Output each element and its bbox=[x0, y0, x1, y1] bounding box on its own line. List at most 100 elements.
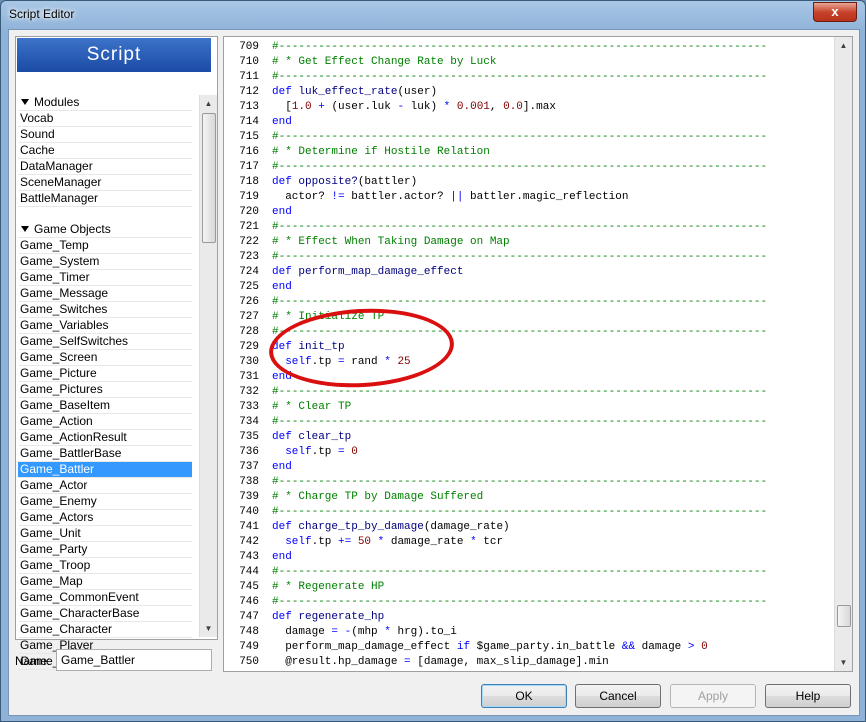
script-list-item[interactable]: BattleManager bbox=[18, 191, 192, 207]
code-scrollbar[interactable]: ▲ ▼ bbox=[834, 37, 852, 671]
script-list-item[interactable]: Game_Picture bbox=[18, 366, 192, 382]
ok-button[interactable]: OK bbox=[481, 684, 567, 708]
script-list-item[interactable]: DataManager bbox=[18, 159, 192, 175]
code-editor[interactable]: 709 #------------------------------------… bbox=[223, 36, 853, 672]
code-token: .tp bbox=[311, 536, 339, 548]
code-line[interactable]: 740 #------------------------------------… bbox=[224, 505, 824, 520]
script-list-item[interactable]: Game_Message bbox=[18, 286, 192, 302]
script-list-item[interactable]: Game_BattlerBase bbox=[18, 446, 192, 462]
script-list-item[interactable]: Game_Battler bbox=[18, 462, 192, 478]
code-line[interactable]: 722 # * Effect When Taking Damage on Map bbox=[224, 235, 824, 250]
script-list-item[interactable]: Game_Variables bbox=[18, 318, 192, 334]
list-item-label: Game_Battler bbox=[20, 462, 95, 476]
code-line[interactable]: 715 #------------------------------------… bbox=[224, 130, 824, 145]
code-line[interactable]: 725 end bbox=[224, 280, 824, 295]
code-line[interactable]: 710 # * Get Effect Change Rate by Luck bbox=[224, 55, 824, 70]
scroll-up-icon[interactable]: ▲ bbox=[835, 37, 852, 54]
script-list-item[interactable]: Game_Screen bbox=[18, 350, 192, 366]
code-line[interactable]: 723 #------------------------------------… bbox=[224, 250, 824, 265]
title-bar[interactable]: Script Editor x bbox=[1, 1, 865, 29]
code-line[interactable]: 741 def charge_tp_by_damage(damage_rate) bbox=[224, 520, 824, 535]
code-token: 0 bbox=[701, 641, 708, 653]
script-list-item[interactable]: Game_Actors bbox=[18, 510, 192, 526]
code-line[interactable]: 746 #------------------------------------… bbox=[224, 595, 824, 610]
code-token: def bbox=[272, 86, 299, 98]
close-button[interactable]: x bbox=[813, 2, 857, 22]
script-list-item[interactable]: Sound bbox=[18, 127, 192, 143]
code-line[interactable]: 713 [1.0 + (user.luk - luk) * 0.001, 0.0… bbox=[224, 100, 824, 115]
script-list-scroll-thumb[interactable] bbox=[202, 113, 216, 243]
script-list-item[interactable]: Game_Troop bbox=[18, 558, 192, 574]
script-list-item[interactable]: Game_Timer bbox=[18, 270, 192, 286]
list-section-header[interactable]: Modules bbox=[18, 95, 192, 111]
script-list-item[interactable]: Game_Party bbox=[18, 542, 192, 558]
script-list-item[interactable]: Game_CharacterBase bbox=[18, 606, 192, 622]
list-section-header[interactable]: Game Objects bbox=[18, 222, 192, 238]
code-line[interactable]: 750 @result.hp_damage = [damage, max_sli… bbox=[224, 655, 824, 670]
script-list-item[interactable]: Game_Enemy bbox=[18, 494, 192, 510]
code-line[interactable]: 711 #------------------------------------… bbox=[224, 70, 824, 85]
code-line[interactable]: 726 #------------------------------------… bbox=[224, 295, 824, 310]
code-token: += bbox=[338, 536, 352, 548]
script-list-item[interactable]: Game_Temp bbox=[18, 238, 192, 254]
line-number: 718 bbox=[239, 176, 259, 188]
code-line[interactable]: 720 end bbox=[224, 205, 824, 220]
script-list-item[interactable]: Cache bbox=[18, 143, 192, 159]
code-scroll-thumb[interactable] bbox=[837, 605, 851, 627]
help-button[interactable]: Help bbox=[765, 684, 851, 708]
code-line[interactable]: 749 perform_map_damage_effect if $game_p… bbox=[224, 640, 824, 655]
script-list-item[interactable]: Game_Map bbox=[18, 574, 192, 590]
script-list-scrollbar[interactable]: ▲ ▼ bbox=[199, 95, 217, 637]
line-number: 735 bbox=[239, 431, 259, 443]
code-line[interactable]: 739 # * Charge TP by Damage Suffered bbox=[224, 490, 824, 505]
code-line[interactable]: 747 def regenerate_hp bbox=[224, 610, 824, 625]
code-line[interactable]: 748 damage = -(mhp * hrg).to_i bbox=[224, 625, 824, 640]
line-number: 719 bbox=[239, 191, 259, 203]
code-line[interactable]: 732 #------------------------------------… bbox=[224, 385, 824, 400]
code-line[interactable]: 724 def perform_map_damage_effect bbox=[224, 265, 824, 280]
script-list-item[interactable]: Game_System bbox=[18, 254, 192, 270]
collapse-triangle-icon[interactable] bbox=[21, 226, 29, 233]
code-line[interactable]: 742 self.tp += 50 * damage_rate * tcr bbox=[224, 535, 824, 550]
code-line[interactable]: 717 #------------------------------------… bbox=[224, 160, 824, 175]
code-line[interactable]: 743 end bbox=[224, 550, 824, 565]
code-line[interactable]: 735 def clear_tp bbox=[224, 430, 824, 445]
code-line[interactable]: 745 # * Regenerate HP bbox=[224, 580, 824, 595]
code-token: #---------------------------------------… bbox=[272, 566, 768, 578]
script-list-item[interactable]: Game_Pictures bbox=[18, 382, 192, 398]
script-list-item[interactable]: Game_CommonEvent bbox=[18, 590, 192, 606]
code-line[interactable]: 738 #------------------------------------… bbox=[224, 475, 824, 490]
line-number: 724 bbox=[239, 266, 259, 278]
list-item-label: Game_Party bbox=[20, 542, 88, 556]
script-name-field[interactable]: Game_Battler bbox=[56, 649, 212, 671]
apply-button[interactable]: Apply bbox=[670, 684, 756, 708]
scroll-down-icon[interactable]: ▼ bbox=[200, 620, 217, 637]
script-list-item[interactable]: Vocab bbox=[18, 111, 192, 127]
code-line[interactable]: 744 #------------------------------------… bbox=[224, 565, 824, 580]
code-line[interactable]: 714 end bbox=[224, 115, 824, 130]
script-list-item[interactable]: Game_Switches bbox=[18, 302, 192, 318]
script-list-item[interactable]: Game_Unit bbox=[18, 526, 192, 542]
script-list-item[interactable]: Game_SelfSwitches bbox=[18, 334, 192, 350]
cancel-button[interactable]: Cancel bbox=[575, 684, 661, 708]
script-list-item[interactable]: Game_Action bbox=[18, 414, 192, 430]
code-line[interactable]: 733 # * Clear TP bbox=[224, 400, 824, 415]
script-list-item[interactable]: SceneManager bbox=[18, 175, 192, 191]
script-list-item[interactable]: Game_ActionResult bbox=[18, 430, 192, 446]
code-line[interactable]: 737 end bbox=[224, 460, 824, 475]
script-list-item[interactable]: Game_Actor bbox=[18, 478, 192, 494]
script-list-item[interactable]: Game_BaseItem bbox=[18, 398, 192, 414]
scroll-down-icon[interactable]: ▼ bbox=[835, 654, 852, 671]
code-line[interactable]: 719 actor? != battler.actor? || battler.… bbox=[224, 190, 824, 205]
code-line[interactable]: 712 def luk_effect_rate(user) bbox=[224, 85, 824, 100]
code-line[interactable]: 716 # * Determine if Hostile Relation bbox=[224, 145, 824, 160]
script-list-item[interactable]: Game_Character bbox=[18, 622, 192, 638]
code-line[interactable]: 721 #------------------------------------… bbox=[224, 220, 824, 235]
collapse-triangle-icon[interactable] bbox=[21, 99, 29, 106]
code-line[interactable]: 734 #------------------------------------… bbox=[224, 415, 824, 430]
code-line[interactable]: 736 self.tp = 0 bbox=[224, 445, 824, 460]
code-line[interactable]: 718 def opposite?(battler) bbox=[224, 175, 824, 190]
code-line[interactable]: 709 #------------------------------------… bbox=[224, 40, 824, 55]
list-item-label: Vocab bbox=[20, 111, 54, 125]
scroll-up-icon[interactable]: ▲ bbox=[200, 95, 217, 112]
